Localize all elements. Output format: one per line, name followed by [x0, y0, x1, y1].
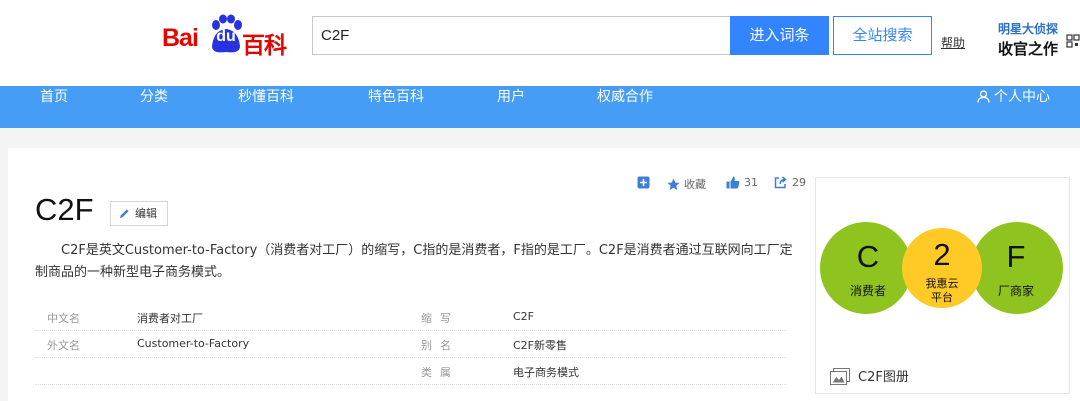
nav-item-home[interactable]: 首页 [40, 86, 68, 128]
enter-entry-button[interactable]: 进入词条 [730, 16, 829, 55]
diagram-f: F [1007, 239, 1026, 274]
logo-du-text: du [216, 28, 236, 45]
info-key: 缩写 [421, 312, 459, 325]
c2f-diagram[interactable]: C 消费者 2 我惠云 平台 F 厂商家 [816, 213, 1069, 343]
qrcode-icon[interactable] [1066, 34, 1080, 48]
info-value: Customer-to-Factory [137, 337, 250, 350]
user-center-link[interactable]: 个人中心 [977, 86, 1050, 128]
basic-info-row: 中文名 消费者对工厂 缩写 C2F [35, 304, 787, 331]
collect-button[interactable]: 收藏 [667, 176, 706, 192]
info-key: 中文名 [47, 312, 80, 325]
diagram-2: 2 [933, 237, 950, 272]
main-nav: 首页 分类 秒懂百科 特色百科 用户 权威合作 个人中心 [0, 86, 1080, 128]
plus-square-icon [637, 176, 650, 189]
info-value: 电子商务模式 [513, 366, 579, 379]
pencil-icon [120, 209, 129, 218]
search-input[interactable]: C2F [312, 16, 730, 55]
album-link[interactable]: C2F图册 [830, 366, 909, 385]
info-value: 消费者对工厂 [137, 312, 203, 325]
lemma-summary: C2F是英文Customer-to-Factory（消费者对工厂）的缩写，C指的… [35, 243, 793, 280]
basic-info-table: 中文名 消费者对工厂 缩写 C2F 外文名 Customer-to-Factor… [35, 304, 787, 385]
user-center-label: 个人中心 [994, 89, 1050, 105]
edit-label: 编辑 [135, 207, 157, 220]
site-search-button[interactable]: 全站搜索 [833, 16, 932, 55]
basic-info-row: 外文名 Customer-to-Factory 别名 C2F新零售 [35, 331, 787, 358]
promo-line-1: 明星大侦探 [998, 22, 1059, 36]
diagram-factory: 厂商家 [998, 283, 1034, 298]
logo-bai-text: Bai [162, 24, 199, 52]
nav-item-category[interactable]: 分类 [140, 86, 168, 128]
logo-baike-text: 百科 [242, 33, 287, 59]
share-icon [774, 176, 787, 189]
share-button[interactable]: 29 [774, 176, 806, 189]
info-key: 别名 [421, 339, 459, 352]
baidu-baike-logo[interactable]: Bai du 百科 [162, 12, 297, 59]
share-count: 29 [792, 176, 806, 189]
diagram-platform-1: 我惠云 [926, 276, 959, 290]
page-title: C2F [35, 192, 94, 227]
info-key: 类属 [421, 366, 459, 379]
like-count: 31 [744, 176, 758, 189]
nav-item-authority[interactable]: 权威合作 [597, 86, 653, 128]
nav-item-featured[interactable]: 特色百科 [368, 86, 424, 128]
promo-banner[interactable]: 明星大侦探 收官之作 [998, 20, 1073, 59]
promo-line-2: 收官之作 [998, 40, 1059, 58]
album-card[interactable]: C 消费者 2 我惠云 平台 F 厂商家 C2F图册 [815, 177, 1070, 394]
edit-button[interactable]: 编辑 [110, 201, 168, 226]
nav-item-miaodong[interactable]: 秒懂百科 [238, 86, 294, 128]
basic-info-row: 类属 电子商务模式 [35, 358, 787, 385]
help-link[interactable]: 帮助 [941, 34, 965, 51]
info-value: C2F [513, 310, 535, 323]
collect-label: 收藏 [684, 178, 706, 191]
album-label-text: C2F图册 [858, 370, 909, 385]
thumbs-up-icon [726, 176, 740, 189]
picture-icon [830, 368, 850, 385]
nav-item-users[interactable]: 用户 [497, 86, 525, 128]
top-header: Bai du 百科 C2F 进入词条 全站搜索 帮助 明星大侦探 收官之作 [0, 0, 1080, 86]
diagram-platform-2: 平台 [931, 290, 953, 304]
like-button[interactable]: 31 [726, 176, 758, 189]
info-value: C2F新零售 [513, 339, 568, 352]
diagram-consumer: 消费者 [850, 284, 886, 298]
star-icon [667, 178, 680, 190]
diagram-c: C [857, 239, 879, 274]
add-button[interactable] [637, 176, 654, 189]
info-key: 外文名 [47, 339, 80, 352]
user-icon [977, 90, 990, 103]
